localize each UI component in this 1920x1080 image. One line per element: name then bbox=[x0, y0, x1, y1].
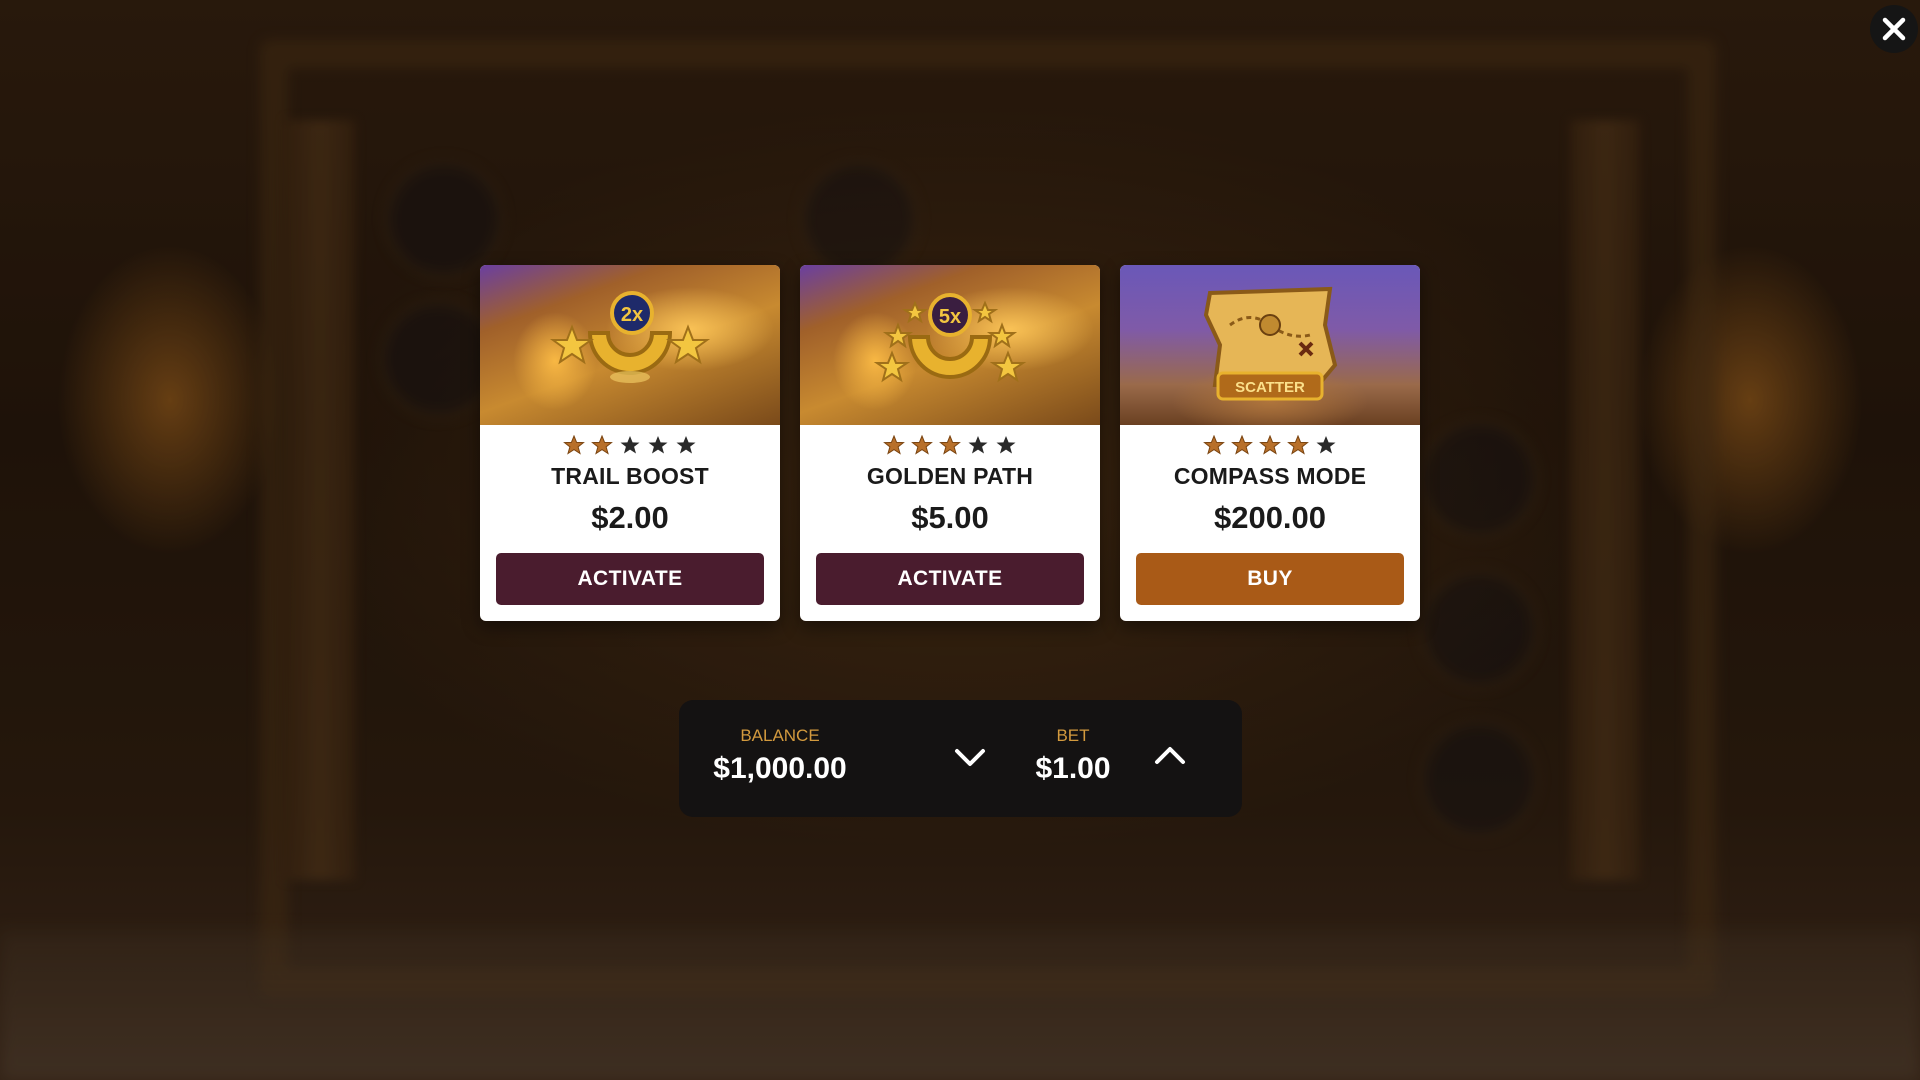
feature-card-compass-mode: SCATTER COMPASS MODE $200.00 BUY bbox=[1120, 265, 1420, 621]
star-filled-icon bbox=[1259, 435, 1281, 455]
chevron-up-icon[interactable] bbox=[1152, 743, 1188, 769]
card-image: 2x bbox=[480, 265, 780, 425]
feature-cards: 2x TRAIL BOOST $2.00 ACTIVATE 5x GOLDEN … bbox=[480, 265, 1420, 621]
star-filled-icon bbox=[1203, 435, 1225, 455]
star-empty-icon bbox=[996, 436, 1016, 454]
activate-button[interactable]: ACTIVATE bbox=[496, 553, 764, 605]
horseshoe-5x-icon: 5x bbox=[873, 293, 1027, 383]
star-filled-icon bbox=[591, 435, 613, 455]
balance-bet-bar: BALANCE $1,000.00 BET $1.00 bbox=[679, 700, 1242, 817]
star-rating bbox=[1120, 435, 1420, 455]
star-filled-icon bbox=[1287, 435, 1309, 455]
horseshoe-2x-icon: 2x bbox=[549, 291, 711, 383]
balance-label: BALANCE bbox=[740, 726, 820, 745]
buy-button[interactable]: BUY bbox=[1136, 553, 1404, 605]
bet-value: $1.00 bbox=[1035, 752, 1111, 785]
star-empty-icon bbox=[620, 436, 640, 454]
card-title: COMPASS MODE bbox=[1173, 463, 1367, 489]
card-price: $2.00 bbox=[591, 500, 669, 535]
bet-label: BET bbox=[1056, 726, 1090, 745]
card-image: SCATTER bbox=[1120, 265, 1420, 425]
star-empty-icon bbox=[1316, 436, 1336, 454]
card-price: $5.00 bbox=[911, 500, 989, 535]
close-button[interactable] bbox=[1870, 5, 1918, 53]
star-filled-icon bbox=[911, 435, 933, 455]
card-image: 5x bbox=[800, 265, 1100, 425]
svg-text:5x: 5x bbox=[939, 306, 961, 328]
activate-button[interactable]: ACTIVATE bbox=[816, 553, 1084, 605]
star-rating bbox=[800, 435, 1100, 455]
star-rating bbox=[480, 435, 780, 455]
star-filled-icon bbox=[1231, 435, 1253, 455]
feature-card-golden-path: 5x GOLDEN PATH $5.00 ACTIVATE bbox=[800, 265, 1100, 621]
star-filled-icon bbox=[939, 435, 961, 455]
feature-card-trail-boost: 2x TRAIL BOOST $2.00 ACTIVATE bbox=[480, 265, 780, 621]
star-empty-icon bbox=[968, 436, 988, 454]
balance-value: $1,000.00 bbox=[713, 752, 847, 785]
card-title: GOLDEN PATH bbox=[866, 463, 1034, 489]
svg-text:SCATTER: SCATTER bbox=[1235, 379, 1305, 396]
star-filled-icon bbox=[563, 435, 585, 455]
card-price: $200.00 bbox=[1213, 500, 1327, 535]
star-filled-icon bbox=[883, 435, 905, 455]
star-empty-icon bbox=[676, 436, 696, 454]
treasure-map-scatter-icon: SCATTER bbox=[1203, 286, 1338, 401]
star-empty-icon bbox=[648, 436, 668, 454]
svg-text:2x: 2x bbox=[621, 304, 643, 326]
close-icon bbox=[1882, 17, 1906, 41]
card-title: TRAIL BOOST bbox=[551, 463, 709, 489]
chevron-down-icon[interactable] bbox=[952, 744, 988, 770]
